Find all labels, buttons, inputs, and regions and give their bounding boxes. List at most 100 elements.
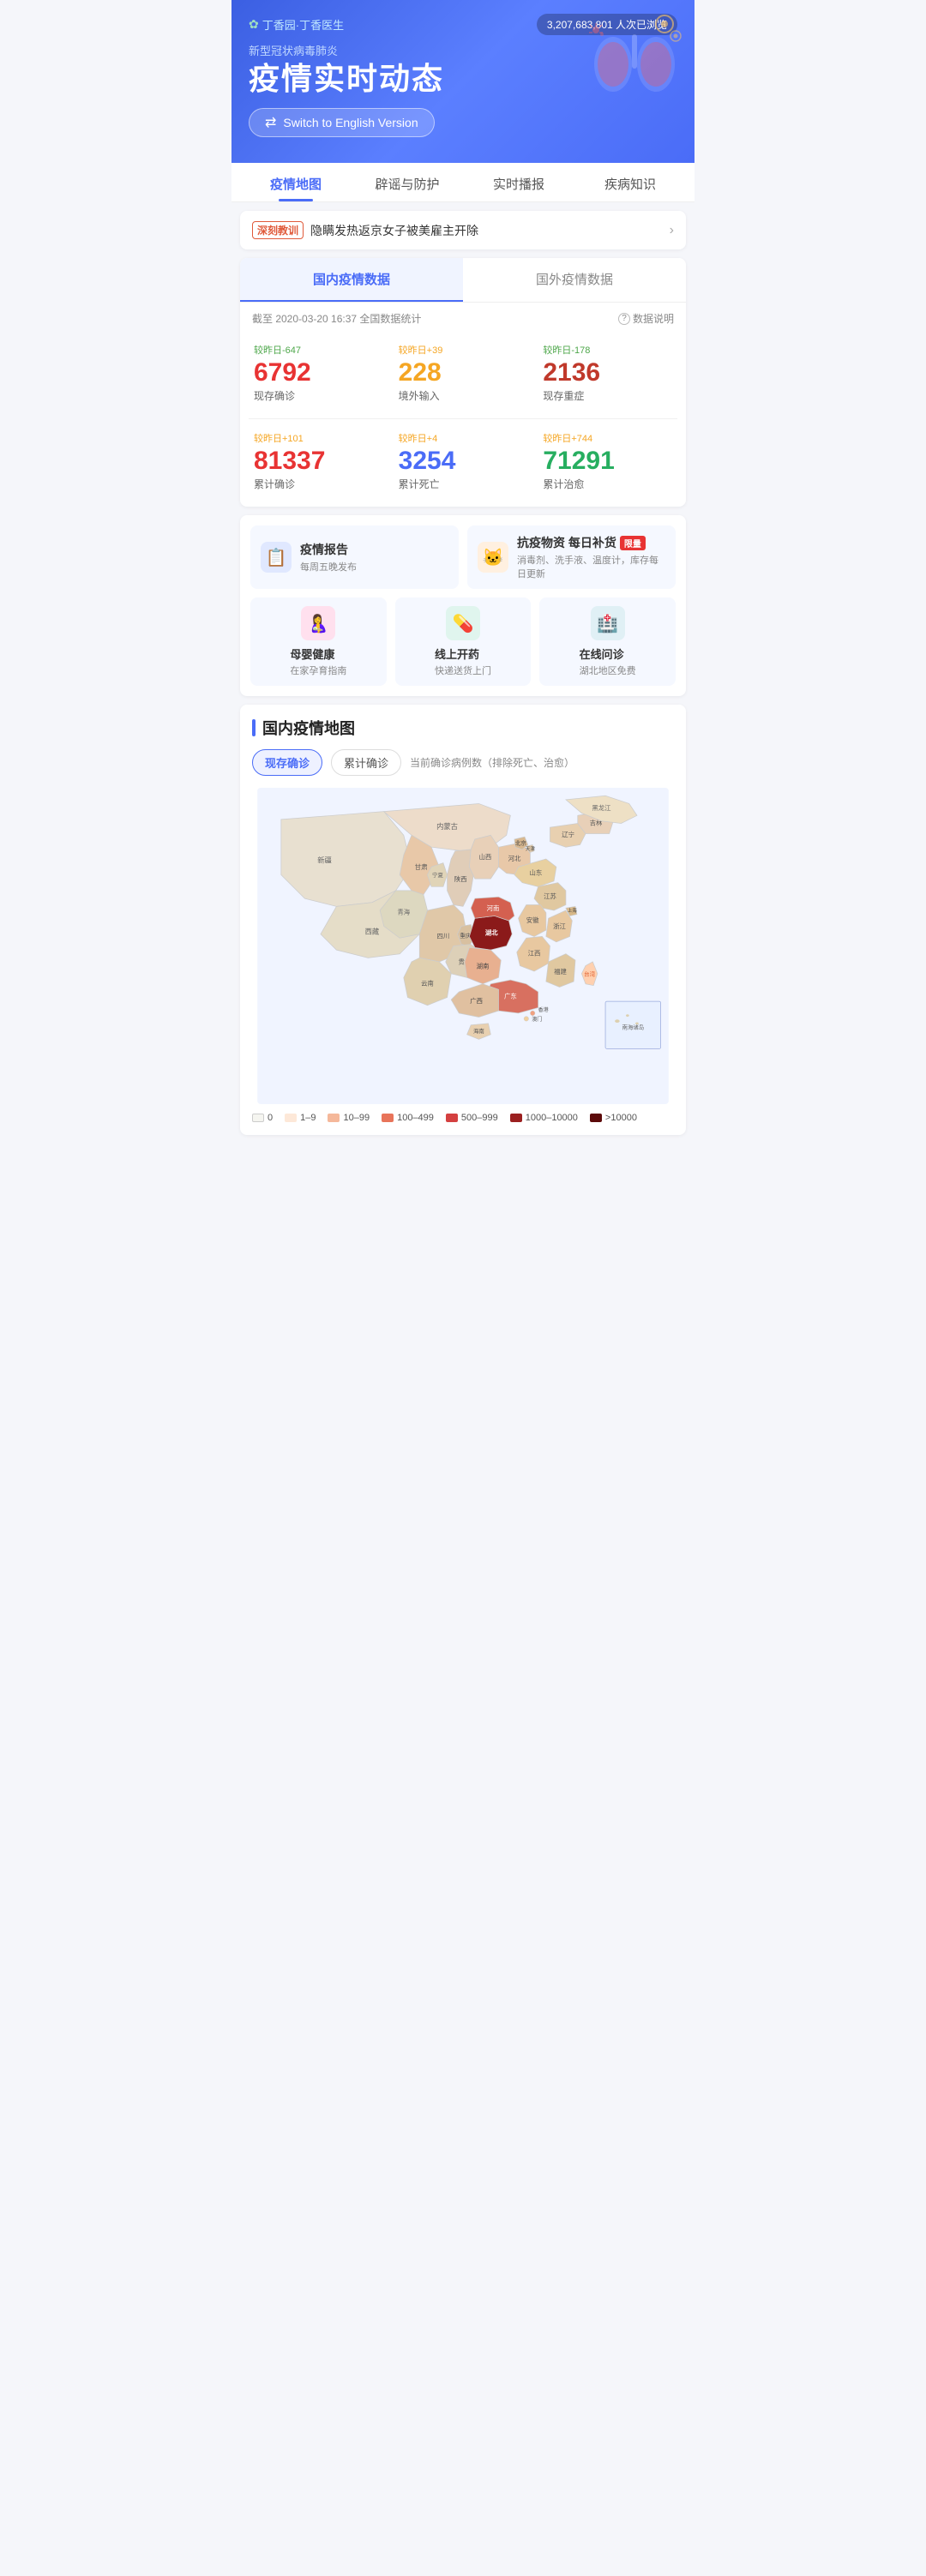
data-meta-text: 截至 2020-03-20 16:37 全国数据统计 (252, 311, 421, 326)
stat-value-4: 3254 (399, 447, 528, 475)
label-shanghai: 上海 (568, 907, 578, 914)
bottom-spacer (232, 1135, 694, 1152)
news-arrow-icon: › (670, 223, 674, 238)
label-ningxia: 宁夏 (432, 871, 443, 879)
label-south-sea: 南海诸岛 (622, 1023, 644, 1030)
map-filter-desc: 当前确诊病例数（排除死亡、治愈） (410, 755, 574, 770)
pharmacy-title: 线上开药 (435, 646, 491, 662)
data-meta: 截至 2020-03-20 16:37 全国数据统计 ? 数据说明 (240, 303, 686, 331)
supplies-badge: 限量 (620, 536, 646, 550)
supplies-icon: 🐱 (478, 542, 508, 573)
stat-label-5: 累计治愈 (543, 477, 672, 491)
quick-link-report[interactable]: 📋 疫情报告 每周五晚发布 (250, 525, 459, 589)
legend-color-5 (510, 1114, 522, 1122)
tab-domestic-data[interactable]: 国内疫情数据 (240, 258, 463, 302)
tab-epidemic-map[interactable]: 疫情地图 (240, 163, 352, 201)
label-jiangsu: 江苏 (544, 892, 556, 900)
report-title: 疫情报告 (300, 541, 357, 558)
legend-label-2: 10–99 (343, 1113, 370, 1123)
stat-value-5: 71291 (543, 447, 672, 475)
legend-item-6: >10000 (590, 1113, 637, 1123)
china-map-svg: 新疆 西藏 内蒙古 甘肃 青海 宁夏 陕西 山西 四川 (252, 788, 674, 1104)
pharmacy-text: 线上开药 快递送货上门 (435, 646, 491, 677)
stat-label-4: 累计死亡 (399, 477, 528, 491)
lung-decoration (583, 9, 686, 111)
supplies-desc: 消毒剂、洗手液、温度计，库存每日更新 (517, 553, 665, 580)
label-shandong: 山东 (529, 868, 542, 876)
maternal-text: 母婴健康 在家孕育指南 (290, 646, 346, 677)
legend-item-5: 1000–10000 (510, 1113, 578, 1123)
label-jiangxi: 江西 (528, 950, 541, 958)
supplies-text: 抗疫物资 每日补货 限量 消毒剂、洗手液、温度计，库存每日更新 (517, 534, 665, 580)
tab-overseas-data[interactable]: 国外疫情数据 (463, 258, 686, 302)
label-qinghai: 青海 (397, 909, 410, 916)
legend-item-0: 0 (252, 1113, 273, 1123)
quick-links: 📋 疫情报告 每周五晚发布 🐱 抗疫物资 每日补货 限量 消毒剂、洗手液、温度计… (240, 515, 686, 696)
filter-current-confirmed[interactable]: 现存确诊 (252, 749, 322, 776)
label-heilongjiang: 黑龙江 (592, 804, 611, 812)
label-fujian: 福建 (554, 968, 567, 976)
stat-diff-3: 较昨日+101 (254, 431, 383, 445)
stat-label-2: 现存重症 (543, 388, 672, 403)
legend-label-0: 0 (268, 1113, 273, 1123)
quick-link-supplies[interactable]: 🐱 抗疫物资 每日补货 限量 消毒剂、洗手液、温度计，库存每日更新 (467, 525, 676, 589)
supplies-title: 抗疫物资 每日补货 限量 (517, 534, 665, 551)
header-banner: ✿ 丁香园·丁香医生 3,207,683,801 人次已浏览 新型冠状病毒肺炎 … (232, 0, 694, 163)
label-yunnan: 云南 (421, 980, 434, 988)
stat-total-recovered: 较昨日+744 71291 累计治愈 (538, 424, 677, 498)
label-macao: 澳门 (532, 1016, 542, 1023)
label-hubei: 湖北 (485, 929, 498, 937)
filter-total-confirmed[interactable]: 累计确诊 (331, 749, 401, 776)
stat-severe: 较昨日-178 2136 现存重症 (538, 336, 677, 410)
label-guangxi: 广西 (470, 997, 483, 1005)
label-guangdong: 广东 (504, 992, 517, 1000)
stat-value-1: 228 (399, 358, 528, 387)
tab-disease-knowledge[interactable]: 疾病知识 (574, 163, 686, 201)
label-anhui: 安徽 (526, 916, 539, 924)
data-meta-help[interactable]: ? 数据说明 (618, 311, 674, 326)
legend-item-1: 1–9 (285, 1113, 316, 1123)
map-filter: 现存确诊 累计确诊 当前确诊病例数（排除死亡、治愈） (252, 749, 674, 776)
switch-to-english-button[interactable]: ⇄ Switch to English Version (249, 108, 435, 137)
map-section: 国内疫情地图 现存确诊 累计确诊 当前确诊病例数（排除死亡、治愈） 新疆 西藏 … (240, 705, 686, 1135)
stat-value-0: 6792 (254, 358, 383, 387)
tab-rumor-prevention[interactable]: 辟谣与防护 (352, 163, 463, 201)
tab-live-broadcast[interactable]: 实时播报 (463, 163, 574, 201)
data-section: 国内疫情数据 国外疫情数据 截至 2020-03-20 16:37 全国数据统计… (240, 258, 686, 507)
logo-text: 丁香园·丁香医生 (262, 16, 344, 33)
label-henan: 河南 (487, 904, 500, 912)
quick-links-top-grid: 📋 疫情报告 每周五晚发布 🐱 抗疫物资 每日补货 限量 消毒剂、洗手液、温度计… (250, 525, 676, 589)
map-title-bar (252, 719, 256, 736)
stat-total-deaths: 较昨日+4 3254 累计死亡 (394, 424, 533, 498)
indicator-macao (524, 1017, 529, 1022)
stat-diff-5: 较昨日+744 (543, 431, 672, 445)
label-tianjin: 天津 (526, 846, 536, 852)
pharmacy-icon: 💊 (446, 606, 480, 640)
legend-label-5: 1000–10000 (526, 1113, 578, 1123)
map-title: 国内疫情地图 (252, 717, 674, 739)
quick-link-maternal[interactable]: 🤱 母婴健康 在家孕育指南 (250, 597, 387, 686)
quick-link-consult[interactable]: 🏥 在线问诊 湖北地区免费 (539, 597, 676, 686)
stat-label-3: 累计确诊 (254, 477, 383, 491)
switch-btn-label: Switch to English Version (283, 116, 418, 129)
label-beijing: 北京 (515, 838, 526, 846)
label-liaoning: 辽宁 (562, 831, 574, 838)
data-tabs: 国内疫情数据 国外疫情数据 (240, 258, 686, 303)
legend-color-2 (328, 1114, 340, 1122)
data-meta-help-text: 数据说明 (633, 311, 674, 326)
map-legend: 0 1–9 10–99 100–499 500–999 1000–10000 >… (252, 1113, 674, 1123)
maternal-desc: 在家孕育指南 (290, 664, 346, 677)
label-xinjiang: 新疆 (317, 856, 332, 865)
report-icon: 📋 (261, 542, 292, 573)
consult-title: 在线问诊 (580, 646, 636, 662)
stat-label-1: 境外输入 (399, 388, 528, 403)
label-inner-mongolia: 内蒙古 (436, 822, 458, 831)
label-hunan: 湖南 (477, 962, 490, 970)
maternal-icon: 🤱 (301, 606, 335, 640)
stat-diff-4: 较昨日+4 (399, 431, 528, 445)
stat-diff-2: 较昨日-178 (543, 343, 672, 357)
news-ticker[interactable]: 深刻教训 隐瞒发热返京女子被美雇主开除 › (240, 211, 686, 249)
quick-link-pharmacy[interactable]: 💊 线上开药 快递送货上门 (395, 597, 532, 686)
news-text: 隐瞒发热返京女子被美雇主开除 (310, 222, 663, 239)
stat-diff-0: 较昨日-647 (254, 343, 383, 357)
